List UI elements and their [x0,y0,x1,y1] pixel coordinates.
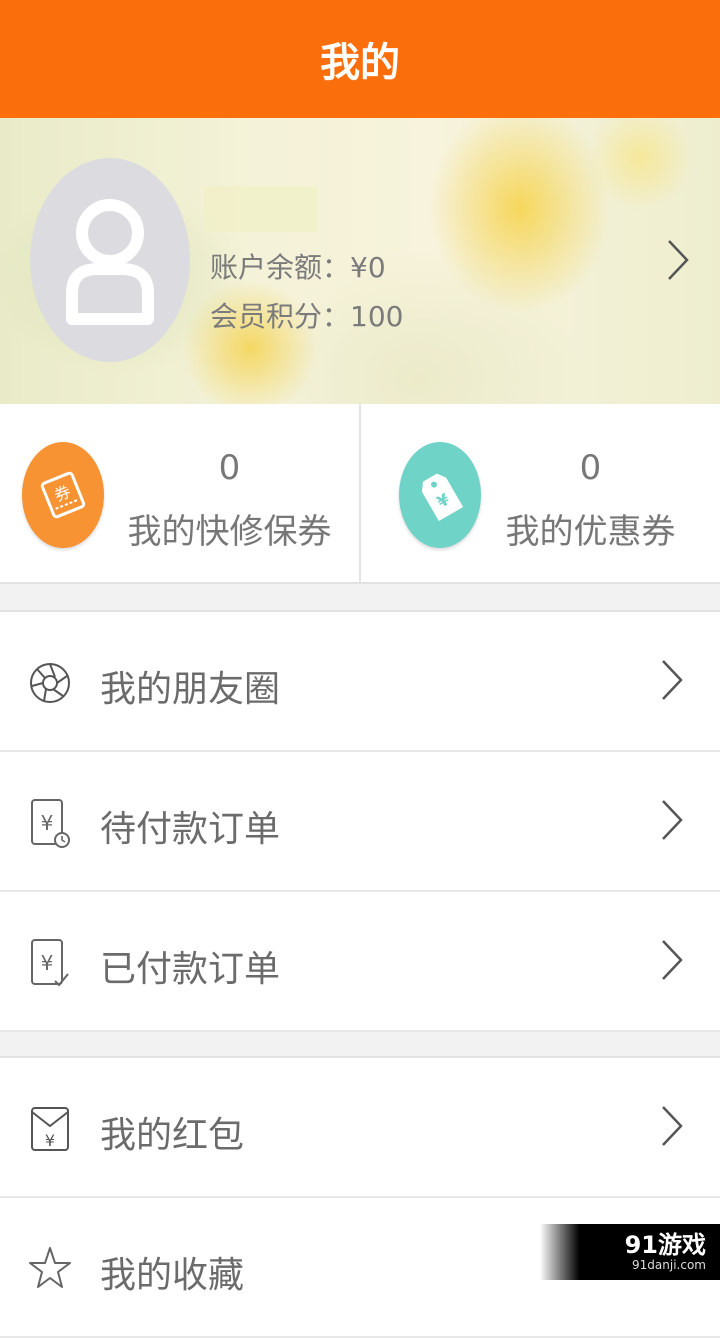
menu-item-pending-orders[interactable]: ¥ 待付款订单 [0,752,720,892]
account-balance: 账户余额：¥0 [210,251,386,284]
menu-label: 我的朋友圈 [100,669,281,710]
svg-text:¥: ¥ [41,951,54,975]
paid-order-icon: ¥ [31,939,69,987]
menu-item-paid-orders[interactable]: ¥ 已付款订单 [0,892,720,1032]
svg-text:¥: ¥ [45,1131,55,1150]
coupon-count: 0 [579,448,602,488]
coupon-count: 0 [218,448,241,488]
menu-item-moments[interactable]: 我的朋友圈 [0,612,720,752]
page-title: 我的 [320,40,400,86]
discount-coupon[interactable]: ¥ 0 我的优惠券 [359,404,720,582]
menu-item-red-envelope[interactable]: ¥ 我的红包 [0,1058,720,1198]
pending-order-icon: ¥ [31,799,70,848]
watermark-site: 91danji.com [632,1258,706,1272]
aperture-icon [30,663,70,703]
member-points: 会员积分：100 [210,300,404,333]
menu-group-orders: 我的朋友圈 ¥ 待付款订单 ¥ 已付款订单 [0,610,720,1032]
menu-label: 我的红包 [100,1115,245,1156]
coupon-label: 我的快修保券 [127,512,332,552]
quick-repair-coupon[interactable]: 券 0 我的快修保券 [0,404,359,582]
chevron-right-icon[interactable] [666,238,690,282]
chevron-right-icon [662,660,683,700]
site-watermark: 91游戏 91danji.com [540,1224,720,1280]
coupon-label: 我的优惠券 [505,512,676,552]
profile-card[interactable]: 账户余额：¥0 会员积分：100 [0,118,720,404]
watermark-brand: 91游戏 [624,1231,706,1259]
chevron-right-icon [662,800,683,840]
svg-text:¥: ¥ [41,811,54,835]
star-icon [29,1247,71,1288]
user-icon [66,199,154,325]
menu-label: 已付款订单 [100,949,281,990]
top-bar: 我的 [0,0,720,118]
avatar[interactable] [30,158,190,362]
chevron-right-icon [662,1106,683,1146]
menu-label: 我的收藏 [100,1255,245,1296]
coupon-icon: 券 [22,442,104,548]
coupon-section: 券 0 我的快修保券 ¥ 0 我的优惠券 [0,404,720,584]
red-envelope-icon: ¥ [31,1107,69,1151]
menu-group-personal: ¥ 我的红包 我的收藏 [0,1056,720,1338]
chevron-right-icon [662,940,683,980]
menu-label: 待付款订单 [100,809,281,850]
username-placeholder [204,186,318,232]
